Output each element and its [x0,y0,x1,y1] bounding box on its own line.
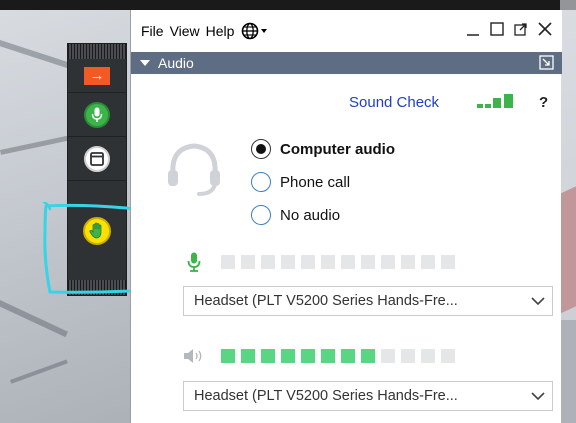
level-segment [421,255,435,269]
radio-button[interactable] [251,172,271,192]
popout-icon[interactable] [512,20,530,38]
arrow-right-icon: → [84,66,110,85]
collapse-triangle-icon [140,60,150,66]
toolbar-drag-handle-top[interactable] [68,44,126,59]
sound-check-link[interactable]: Sound Check [349,94,439,111]
radio-no-audio[interactable]: No audio [251,205,340,225]
speaker-device-value: Headset (PLT V5200 Series Hands-Fre... [194,388,458,404]
background-stripe [0,300,68,338]
level-segment [261,349,275,363]
background-stripe [0,40,77,71]
radio-label: Computer audio [280,140,395,158]
audio-section-title: Audio [158,55,194,71]
level-segment [301,255,315,269]
radio-label: No audio [280,206,341,224]
undock-icon[interactable] [539,55,554,70]
raise-hand-icon [83,217,111,245]
menu-bar: File View Help [131,10,562,52]
minimize-icon[interactable] [464,20,482,38]
speaker-device-select[interactable]: Headset (PLT V5200 Series Hands-Fre... [183,381,553,411]
radio-label: Phone call [280,173,351,191]
level-segment [321,255,335,269]
radio-computer-audio[interactable]: Computer audio [251,139,395,159]
window-controls [464,20,554,38]
level-segment [241,349,255,363]
help-question-icon[interactable]: ? [539,94,548,111]
level-segment [341,255,355,269]
level-segment [361,255,375,269]
raise-hand-button[interactable] [68,181,126,281]
level-segment [441,349,455,363]
audio-section-header[interactable]: Audio [131,52,562,74]
headset-icon [168,143,220,196]
radio-button[interactable] [251,205,271,225]
level-segment [281,255,295,269]
toolbar-drag-handle-bottom[interactable] [68,280,126,295]
level-segment [301,349,315,363]
chevron-down-icon [531,392,545,401]
signal-bars-icon [477,94,513,108]
menu-help[interactable]: Help [203,23,238,39]
menu-view[interactable]: View [167,23,203,39]
level-segment [441,255,455,269]
level-segment [341,349,355,363]
collapse-toolbar-button[interactable]: → [68,59,126,93]
level-segment [381,255,395,269]
close-icon[interactable] [536,20,554,38]
level-segment [261,255,275,269]
audio-panel: File View Help Audio Sound Check ? Compu… [130,10,562,423]
microphone-level-meter [221,255,455,269]
level-segment [221,349,235,363]
chevron-down-icon [531,297,545,306]
microphone-device-value: Headset (PLT V5200 Series Hands-Fre... [194,293,458,309]
mute-microphone-button[interactable] [68,93,126,137]
background-stripe [10,359,68,384]
right-frame [560,0,576,423]
microphone-icon [84,101,110,128]
microphone-icon [183,252,205,272]
show-window-button[interactable] [68,137,126,181]
radio-button-checked[interactable] [251,139,271,159]
microphone-device-select[interactable]: Headset (PLT V5200 Series Hands-Fre... [183,286,553,316]
speaker-level-row [183,346,455,366]
radio-phone-call[interactable]: Phone call [251,172,350,192]
level-segment [381,349,395,363]
speaker-icon [183,346,205,366]
speaker-level-meter [221,349,455,363]
level-segment [421,349,435,363]
maximize-icon[interactable] [488,20,506,38]
level-segment [361,349,375,363]
menu-file[interactable]: File [138,23,167,39]
level-segment [321,349,335,363]
side-toolbar: → [67,43,127,296]
microphone-level-row [183,252,455,272]
top-frame [0,0,576,10]
level-segment [281,349,295,363]
language-globe-icon[interactable] [241,22,269,40]
level-segment [401,255,415,269]
level-segment [221,255,235,269]
window-icon [84,145,110,172]
level-segment [401,349,415,363]
level-segment [241,255,255,269]
background-stripe [0,135,70,155]
